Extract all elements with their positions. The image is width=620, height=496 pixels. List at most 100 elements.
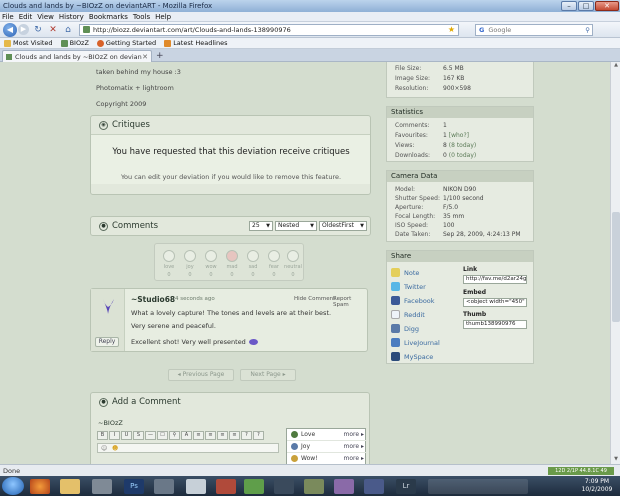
embed-field[interactable]: <object width="450" he [463, 298, 527, 307]
mood-wow[interactable]: wow 0 [200, 250, 222, 278]
emoticon-icon[interactable]: ☺ [101, 445, 107, 452]
bookmark-getting-started[interactable]: Getting Started [96, 39, 156, 47]
font-button[interactable]: A [181, 431, 192, 440]
mood-mad[interactable]: mad 0 [221, 250, 243, 278]
menu-bookmarks[interactable]: Bookmarks [89, 13, 128, 21]
who-faved-link[interactable]: [who?] [449, 132, 469, 139]
menu-view[interactable]: View [37, 13, 54, 21]
search-icon[interactable]: ⚲ [585, 26, 590, 34]
mood-icon [291, 443, 298, 450]
search-input[interactable]: G Google ⚲ [475, 23, 593, 36]
menu-tools[interactable]: Tools [133, 13, 150, 21]
comment-time: 4 seconds ago [175, 296, 215, 302]
app-taskbar-icon[interactable] [216, 479, 236, 494]
bookmark-star-icon[interactable]: ★ [448, 25, 455, 34]
share-digg[interactable]: Digg [391, 324, 419, 333]
stop-icon[interactable]: ✕ [47, 24, 59, 36]
bookmark-biozz[interactable]: BIOzZ [60, 39, 89, 47]
app-taskbar-icon[interactable] [334, 479, 354, 494]
close-button[interactable]: ✕ [595, 1, 619, 11]
app-taskbar-icon[interactable] [186, 479, 206, 494]
mood-love[interactable]: love 0 [158, 250, 180, 278]
mood-neutral[interactable]: neutral 0 [282, 250, 304, 278]
photoshop-taskbar-icon[interactable]: Ps [124, 479, 144, 494]
new-tab-button[interactable]: + [156, 52, 166, 61]
menu-file[interactable]: File [2, 13, 14, 21]
app-taskbar-icon[interactable] [428, 479, 528, 494]
scroll-down-icon[interactable]: ▼ [612, 456, 620, 464]
tab-deviation[interactable]: Clouds and lands by ~BIOzZ on devian... … [2, 50, 152, 62]
share-reddit[interactable]: Reddit [391, 310, 425, 319]
help-button[interactable]: ? [241, 431, 252, 440]
home-icon[interactable]: ⌂ [62, 24, 74, 36]
comments-view-select[interactable]: Nested ▼ [275, 221, 317, 231]
url-bar[interactable]: http://biozz.deviantart.com/art/Clouds-a… [79, 23, 459, 36]
link-field[interactable]: http://fav.me/d2ar24g [463, 275, 527, 284]
forward-icon[interactable]: ▶ [18, 24, 29, 35]
comment-author[interactable]: ~Studio68 [131, 295, 175, 304]
emoticon-icon[interactable]: ☻ [112, 445, 118, 452]
back-icon[interactable]: ◀ [3, 22, 17, 37]
share-note[interactable]: Note [391, 268, 419, 277]
thumb-field[interactable]: thumb138990976 [463, 320, 527, 329]
comments-count-select[interactable]: 25 ▼ [249, 221, 273, 231]
align-left-button[interactable]: ≡ [193, 431, 204, 440]
menu-help[interactable]: Help [155, 13, 171, 21]
bookmark-latest-headlines[interactable]: Latest Headlines [164, 39, 227, 47]
mood-option-wow[interactable]: Wow! more ▸ [287, 453, 367, 464]
page-scrollbar[interactable]: ▲ ▼ [610, 62, 620, 464]
align-center-button[interactable]: ≡ [205, 431, 216, 440]
align-right-button[interactable]: ≡ [217, 431, 228, 440]
app-taskbar-icon[interactable] [244, 479, 264, 494]
comments-order-select[interactable]: OldestFirst ▼ [319, 221, 367, 231]
share-twitter[interactable]: Twitter [391, 282, 426, 291]
maximize-button[interactable]: □ [578, 1, 594, 11]
underline-button[interactable]: U [121, 431, 132, 440]
scroll-up-icon[interactable]: ▲ [612, 62, 620, 70]
rule-button[interactable]: — [145, 431, 156, 440]
mood-option-joy[interactable]: Joy more ▸ [287, 441, 367, 453]
detail-label: File Size: [395, 65, 422, 72]
scrollbar-thumb[interactable] [612, 212, 620, 322]
reload-icon[interactable]: ↻ [32, 24, 44, 36]
mood-option-love[interactable]: Love more ▸ [287, 429, 367, 441]
tab-close-icon[interactable]: ✕ [142, 53, 148, 61]
previous-page-button[interactable]: ◂ Previous Page [168, 369, 234, 381]
menu-history[interactable]: History [59, 13, 84, 21]
chevron-down-icon: ▼ [310, 223, 314, 229]
menu-edit[interactable]: Edit [19, 13, 33, 21]
share-facebook[interactable]: Facebook [391, 296, 435, 305]
avatar[interactable] [100, 297, 116, 315]
firefox-taskbar-icon[interactable] [30, 479, 50, 494]
system-clock[interactable]: 7:09 PM 10/2/2009 [577, 478, 617, 494]
embed-label: Embed [463, 289, 487, 296]
box-button[interactable]: ☐ [157, 431, 168, 440]
start-button[interactable] [2, 477, 24, 495]
app-taskbar-icon[interactable] [154, 479, 174, 494]
mood-joy[interactable]: joy 0 [179, 250, 201, 278]
minimize-button[interactable]: – [561, 1, 577, 11]
hide-comment-link[interactable]: Hide Comment [294, 296, 335, 302]
share-myspace[interactable]: MySpace [391, 352, 433, 361]
reddit-icon [391, 310, 400, 319]
justify-button[interactable]: ≡ [229, 431, 240, 440]
app-taskbar-icon[interactable] [92, 479, 112, 494]
bold-button[interactable]: B [97, 431, 108, 440]
folder-taskbar-icon[interactable] [60, 479, 80, 494]
mood-sad[interactable]: sad 0 [242, 250, 264, 278]
critiques-body: You have requested that this deviation r… [91, 134, 370, 184]
preview-button[interactable]: ? [253, 431, 264, 440]
reply-button[interactable]: Reply [95, 337, 119, 347]
app-taskbar-icon[interactable] [364, 479, 384, 494]
lightroom-taskbar-icon[interactable]: Lr [396, 479, 416, 494]
bookmark-most-visited[interactable]: Most Visited [4, 39, 53, 47]
bookmarks-toolbar: Most Visited BIOzZ Getting Started Lates… [0, 38, 620, 49]
app-taskbar-icon[interactable] [304, 479, 324, 494]
share-livejournal[interactable]: LiveJournal [391, 338, 440, 347]
report-spam-link[interactable]: Report Spam [333, 296, 367, 308]
italic-button[interactable]: I [109, 431, 120, 440]
strike-button[interactable]: S [133, 431, 144, 440]
next-page-button[interactable]: Next Page ▸ [240, 369, 296, 381]
app-taskbar-icon[interactable] [274, 479, 294, 494]
link-button[interactable]: ⚲ [169, 431, 180, 440]
